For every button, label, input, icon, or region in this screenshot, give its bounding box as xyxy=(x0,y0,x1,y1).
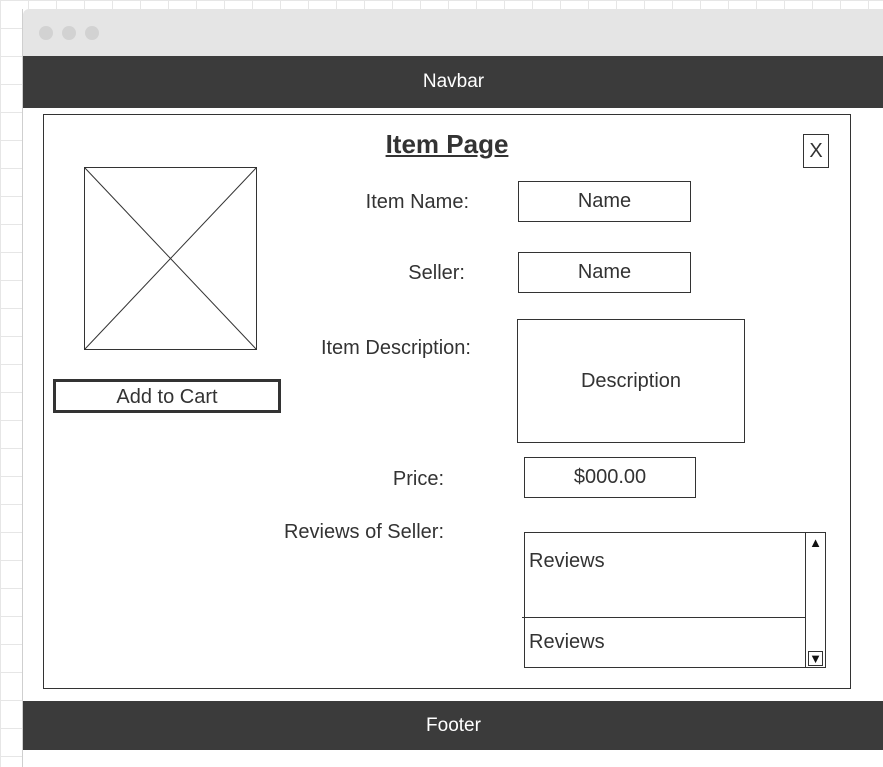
browser-window: Navbar Item Page X Add to Cart Item Name… xyxy=(22,9,883,767)
reviews-scrollbar[interactable]: ▲ ▼ xyxy=(805,533,825,667)
item-description-label: Item Description: xyxy=(320,337,471,359)
item-description-field[interactable]: Description xyxy=(517,319,745,443)
close-button[interactable]: X xyxy=(803,134,829,168)
footer-label: Footer xyxy=(426,714,481,736)
seller-label: Seller: xyxy=(408,262,465,284)
navbar[interactable]: Navbar xyxy=(23,56,883,108)
seller-field[interactable]: Name xyxy=(518,252,691,293)
add-to-cart-button[interactable]: Add to Cart xyxy=(53,379,281,413)
window-titlebar xyxy=(23,9,883,56)
review-item[interactable]: Reviews xyxy=(525,550,806,573)
review-divider xyxy=(522,617,805,618)
price-label: Price: xyxy=(392,468,444,490)
window-close-dot[interactable] xyxy=(39,26,53,40)
image-placeholder-icon xyxy=(84,167,257,350)
page-title: Item Page xyxy=(385,129,509,159)
item-name-field[interactable]: Name xyxy=(518,181,691,222)
price-field[interactable]: $000.00 xyxy=(524,457,696,498)
window-maximize-dot[interactable] xyxy=(85,26,99,40)
triangle-down-icon[interactable]: ▼ xyxy=(808,651,823,666)
window-minimize-dot[interactable] xyxy=(62,26,76,40)
review-item[interactable]: Reviews xyxy=(525,631,806,654)
reviews-of-seller-label: Reviews of Seller: xyxy=(283,521,444,543)
item-image-placeholder xyxy=(84,167,257,350)
navbar-label: Navbar xyxy=(422,71,485,92)
item-name-label: Item Name: xyxy=(365,191,469,213)
footer: Footer xyxy=(23,701,883,750)
reviews-list[interactable]: Reviews Reviews ▲ ▼ xyxy=(522,532,826,668)
item-page-panel: Item Page X Add to Cart Item Name: Name … xyxy=(43,114,851,689)
triangle-up-icon[interactable]: ▲ xyxy=(808,535,823,550)
